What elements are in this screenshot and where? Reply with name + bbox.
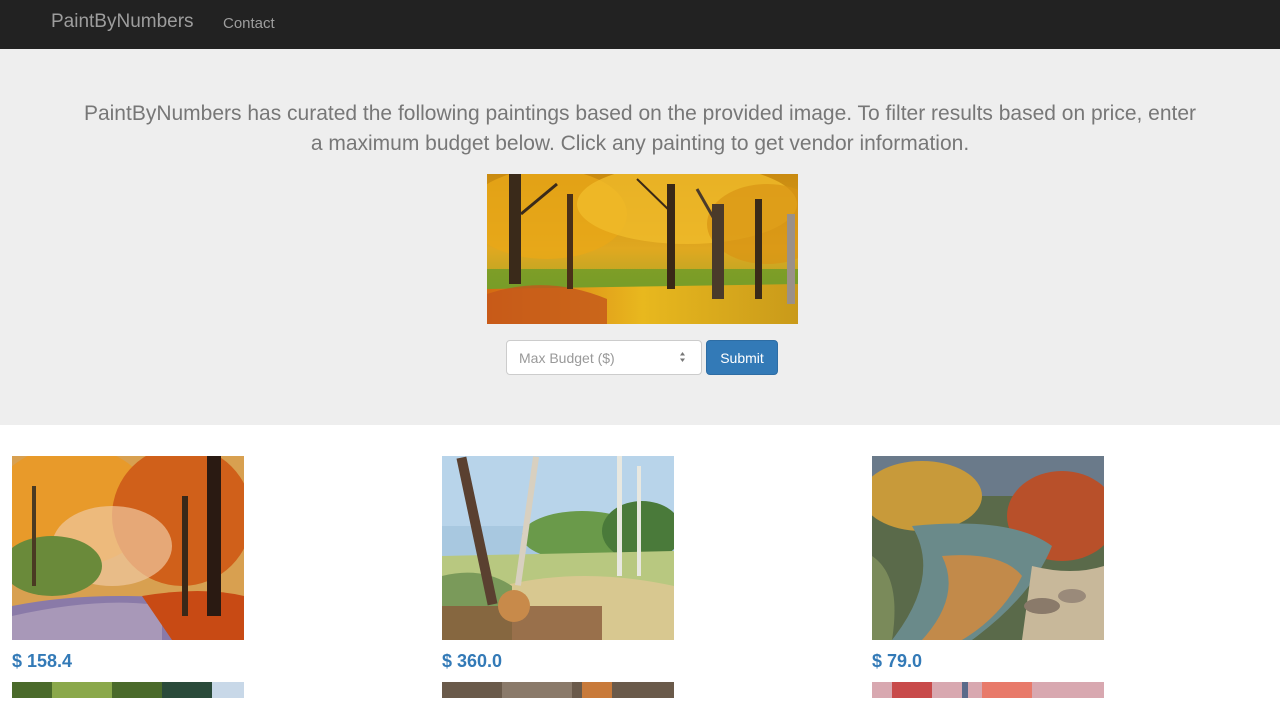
submit-button[interactable]: Submit — [706, 340, 778, 375]
intro-text: PaintByNumbers has curated the following… — [83, 102, 1197, 155]
painting-thumbnail[interactable] — [442, 456, 674, 640]
painting-thumbnail-next-row[interactable] — [12, 682, 244, 698]
painting-thumbnail[interactable] — [12, 456, 244, 640]
painting-thumbnail-next-row[interactable] — [442, 682, 674, 698]
painting-price[interactable]: $ 158.4 — [12, 651, 72, 672]
jumbotron: PaintByNumbers has curated the following… — [0, 49, 1280, 425]
painting-thumbnail-next-row[interactable] — [872, 682, 1104, 698]
brand-logo-link[interactable]: PaintByNumbers — [51, 11, 194, 33]
max-budget-input[interactable] — [506, 340, 702, 375]
nav-link-contact[interactable]: Contact — [223, 15, 275, 32]
painting-thumbnail[interactable] — [872, 456, 1104, 640]
painting-price[interactable]: $ 360.0 — [442, 651, 502, 672]
navbar: PaintByNumbers Contact — [0, 0, 1280, 49]
reference-image — [487, 174, 798, 324]
spinner-arrows-icon[interactable] — [678, 350, 687, 364]
painting-price[interactable]: $ 79.0 — [872, 651, 922, 672]
